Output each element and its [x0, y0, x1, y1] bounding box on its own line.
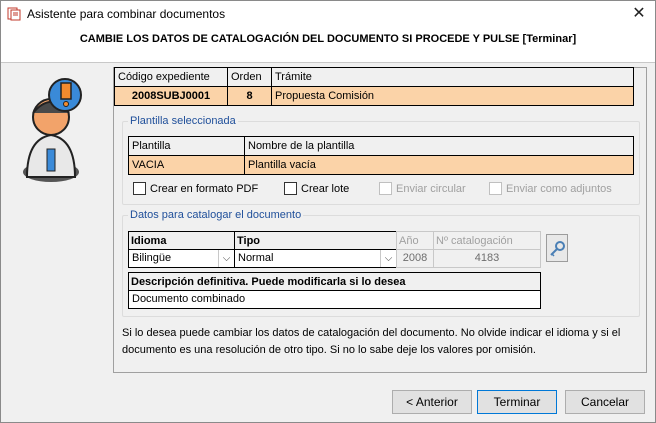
idioma-select[interactable]: Bilingüe ⌵ — [128, 249, 235, 268]
column-header-plantilla: Plantilla — [128, 136, 245, 156]
num-catalogacion-label: Nº catalogación — [433, 231, 541, 250]
chevron-down-icon[interactable]: ⌵ — [380, 250, 396, 267]
document-merge-icon — [7, 7, 21, 21]
catalogo-group-legend: Datos para catalogar el documento — [128, 209, 304, 221]
table-header-row: Plantilla Nombre de la plantilla — [128, 136, 634, 156]
adjuntos-checkbox: Enviar como adjuntos — [489, 182, 612, 195]
plantilla-value: VACIA — [128, 155, 245, 175]
orden-value: 8 — [227, 86, 272, 106]
cancelar-button[interactable]: Cancelar — [565, 390, 645, 414]
plantilla-group-legend: Plantilla seleccionada — [128, 115, 238, 127]
descripcion-label: Descripción definitiva. Puede modificarl… — [128, 272, 541, 291]
tipo-select[interactable]: Normal ⌵ — [234, 249, 397, 268]
anio-field: 2008 — [396, 249, 434, 268]
plantilla-table: Plantilla Nombre de la plantilla VACIA P… — [128, 136, 634, 175]
plantilla-nombre-value: Plantilla vacía — [244, 155, 634, 175]
terminar-button[interactable]: Terminar — [477, 390, 557, 414]
expediente-table: Código expediente Orden Trámite 2008SUBJ… — [114, 67, 634, 106]
info-text: Si lo desea puede cambiar los datos de c… — [122, 327, 621, 356]
circular-checkbox: Enviar circular — [379, 182, 466, 195]
anterior-button[interactable]: < Anterior — [392, 390, 472, 414]
key-button[interactable] — [546, 234, 568, 262]
window-title: Asistente para combinar documentos — [27, 7, 226, 21]
adjuntos-checkbox-label: Enviar como adjuntos — [506, 182, 612, 195]
instruction-heading: CAMBIE LOS DATOS DE CATALOGACIÓN DEL DOC… — [79, 33, 577, 45]
dialog-window: Asistente para combinar documentos ✕ CAM… — [0, 0, 656, 423]
idioma-value: Bilingüe — [132, 252, 172, 264]
table-header-row: Código expediente Orden Trámite — [114, 67, 634, 87]
key-icon — [550, 241, 565, 257]
pdf-checkbox-label: Crear en formato PDF — [150, 182, 259, 195]
checkbox-box — [489, 182, 502, 195]
tipo-value: Normal — [238, 252, 274, 264]
descripcion-input[interactable]: Documento combinado — [128, 290, 541, 309]
column-header-tramite: Trámite — [271, 67, 634, 87]
lote-checkbox[interactable]: Crear lote — [284, 182, 349, 195]
checkbox-box[interactable] — [133, 182, 146, 195]
descripcion-value: Documento combinado — [132, 293, 246, 305]
codigo-expediente-value: 2008SUBJ0001 — [114, 86, 228, 106]
column-header-nombre: Nombre de la plantilla — [244, 136, 634, 156]
idioma-label: Idioma — [128, 231, 235, 250]
checkbox-box[interactable] — [284, 182, 297, 195]
pdf-checkbox[interactable]: Crear en formato PDF — [133, 182, 258, 195]
column-header-codigo: Código expediente — [114, 67, 228, 87]
lote-checkbox-label: Crear lote — [301, 182, 350, 195]
assistant-figure-icon — [23, 78, 82, 182]
anio-label: Año — [396, 231, 434, 250]
title-bar: Asistente para combinar documentos ✕ — [1, 1, 655, 27]
column-header-orden: Orden — [227, 67, 272, 87]
circular-checkbox-label: Enviar circular — [396, 182, 466, 195]
chevron-down-icon[interactable]: ⌵ — [218, 250, 234, 267]
instruction-header: CAMBIE LOS DATOS DE CATALOGACIÓN DEL DOC… — [1, 27, 655, 63]
tipo-label: Tipo — [234, 231, 397, 250]
num-catalogacion-field: 4183 — [433, 249, 541, 268]
table-row[interactable]: 2008SUBJ0001 8 Propuesta Comisión — [114, 86, 634, 106]
table-row[interactable]: VACIA Plantilla vacía — [128, 155, 634, 175]
checkbox-box — [379, 182, 392, 195]
close-icon[interactable]: ✕ — [623, 1, 655, 27]
tramite-value: Propuesta Comisión — [271, 86, 634, 106]
